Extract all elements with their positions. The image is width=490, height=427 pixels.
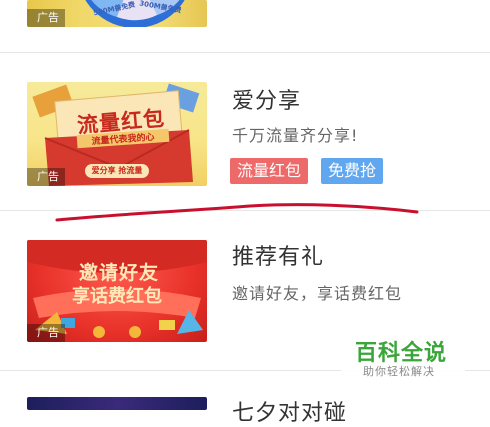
watermark-subtitle: 助你轻松解决 bbox=[363, 365, 435, 378]
watermark-badge: 百科全说 助你轻松解决 bbox=[341, 333, 465, 385]
